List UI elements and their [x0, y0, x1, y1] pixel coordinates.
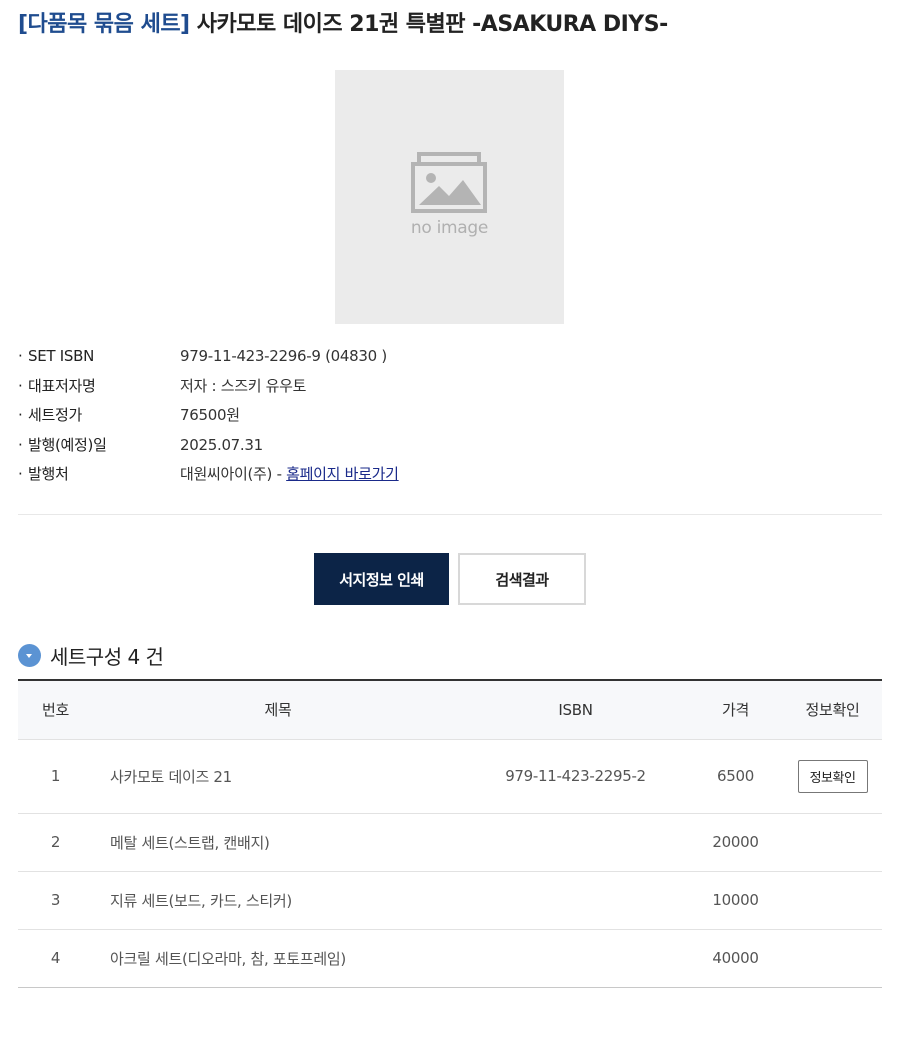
column-header-number: 번호	[18, 680, 93, 740]
cell-price: 20000	[688, 813, 783, 872]
book-info-list: · SET ISBN 979-11-423-2296-9 (04830 ) · …	[18, 342, 882, 490]
cell-action	[783, 871, 882, 930]
set-type-tag: [다품목 묶음 세트]	[18, 12, 190, 37]
divider	[18, 514, 882, 515]
info-value: 대원씨아이(주) - 홈페이지 바로가기	[180, 460, 399, 490]
column-header-info-check: 정보확인	[783, 680, 882, 740]
column-header-price: 가격	[688, 680, 783, 740]
info-value: 저자 : 스즈키 유우토	[180, 376, 307, 395]
table-row: 2 메탈 세트(스트랩, 캔배지) 20000	[18, 813, 882, 872]
search-results-button[interactable]: 검색결과	[458, 553, 586, 605]
no-image-text: no image	[410, 218, 489, 238]
info-row-author: · 대표저자명 저자 : 스즈키 유우토	[18, 372, 882, 402]
cell-price: 40000	[688, 929, 783, 988]
table-row: 3 지류 세트(보드, 카드, 스티커) 10000	[18, 871, 882, 930]
cell-isbn	[463, 929, 688, 988]
bullet: ·	[18, 347, 23, 365]
section-title: 세트구성 4 건	[50, 644, 164, 669]
info-check-button[interactable]: 정보확인	[797, 759, 868, 793]
cell-isbn: 979-11-423-2295-2	[463, 739, 688, 814]
cell-action	[783, 929, 882, 988]
info-row-publish-date: · 발행(예정)일 2025.07.31	[18, 431, 882, 461]
cell-number: 1	[18, 739, 93, 814]
cell-number: 4	[18, 929, 93, 988]
cell-number: 2	[18, 813, 93, 872]
table-header-row: 번호 제목 ISBN 가격 정보확인	[18, 680, 882, 740]
column-header-isbn: ISBN	[463, 680, 688, 740]
cell-number: 3	[18, 871, 93, 930]
info-label: 발행(예정)일	[28, 435, 107, 454]
info-label: SET ISBN	[28, 347, 94, 365]
bullet: ·	[18, 376, 23, 395]
cell-action	[783, 813, 882, 872]
cell-title: 사카모토 데이즈 21	[93, 739, 463, 814]
set-composition-table: 번호 제목 ISBN 가격 정보확인 1 사카모토 데이즈 21 979-11-…	[18, 679, 882, 988]
info-value: 2025.07.31	[180, 435, 263, 454]
cell-price: 6500	[688, 739, 783, 814]
print-info-button[interactable]: 서지정보 인쇄	[314, 553, 449, 605]
cell-action: 정보확인	[783, 739, 882, 814]
cell-title: 아크릴 세트(디오라마, 참, 포토프레임)	[93, 929, 463, 988]
info-value: 979-11-423-2296-9 (04830 )	[180, 347, 387, 365]
info-label: 세트정가	[28, 406, 83, 424]
bullet: ·	[18, 435, 23, 454]
info-row-publisher: · 발행처 대원씨아이(주) - 홈페이지 바로가기	[18, 460, 882, 490]
info-row-price: · 세트정가 76500원	[18, 401, 882, 431]
cell-price: 10000	[688, 871, 783, 930]
set-composition-header: 세트구성 4 건	[18, 640, 164, 670]
table-row: 4 아크릴 세트(디오라마, 참, 포토프레임) 40000	[18, 929, 882, 988]
table-row: 1 사카모토 데이즈 21 979-11-423-2295-2 6500 정보확…	[18, 739, 882, 814]
chevron-down-circle-icon	[18, 643, 41, 667]
bullet: ·	[18, 406, 23, 424]
info-label: 발행처	[28, 465, 69, 483]
cell-title: 지류 세트(보드, 카드, 스티커)	[93, 871, 463, 930]
info-label: 대표저자명	[28, 376, 96, 395]
info-value: 76500원	[180, 406, 240, 424]
info-row-set-isbn: · SET ISBN 979-11-423-2296-9 (04830 )	[18, 342, 882, 372]
bullet: ·	[18, 465, 23, 483]
publisher-name: 대원씨아이(주) -	[180, 465, 287, 483]
homepage-link[interactable]: 홈페이지 바로가기	[286, 465, 399, 483]
cell-isbn	[463, 871, 688, 930]
image-placeholder-icon	[411, 152, 487, 213]
cell-isbn	[463, 813, 688, 872]
book-title: 사카모토 데이즈 21권 특별판 -ASAKURA DIYS-	[196, 12, 668, 37]
cell-title: 메탈 세트(스트랩, 캔배지)	[93, 813, 463, 872]
book-cover: no image	[335, 70, 564, 324]
column-header-title: 제목	[93, 680, 463, 740]
page-title: [다품목 묶음 세트] 사카모토 데이즈 21권 특별판 -ASAKURA DI…	[18, 8, 668, 42]
